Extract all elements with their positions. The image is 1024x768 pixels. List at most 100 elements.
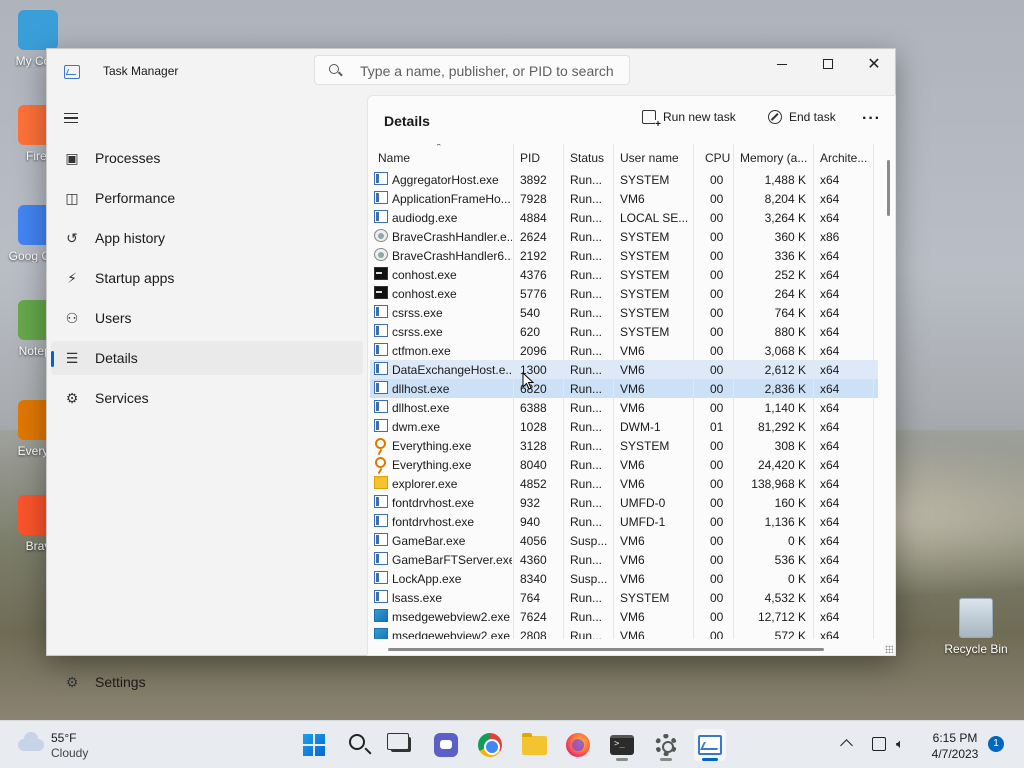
resize-grip-icon[interactable] [885, 645, 893, 653]
table-row[interactable]: dllhost.exe 6388 Run... VM6 00 1,140 K x64 [370, 398, 878, 417]
processes-icon: ▣ [65, 150, 79, 166]
cell-mem: 3,264 K [764, 211, 806, 225]
task-view-button[interactable] [385, 729, 417, 761]
table-row[interactable]: Everything.exe 3128 Run... SYSTEM 00 308 K x64 [370, 436, 878, 455]
table-row[interactable]: Everything.exe 8040 Run... VM6 00 24,420 K x64 [370, 455, 878, 474]
column-header-name[interactable]: Name [378, 151, 410, 165]
column-header-memory[interactable]: Memory (a... [740, 151, 807, 165]
run-new-task-icon [642, 110, 661, 129]
table-row[interactable]: GameBar.exe 4056 Susp... VM6 00 0 K x64 [370, 531, 878, 550]
cell-cpu: 00 [710, 591, 724, 605]
cell-cpu: 00 [710, 363, 724, 377]
column-divider[interactable] [693, 144, 694, 639]
table-row[interactable]: dwm.exe 1028 Run... DWM-1 01 81,292 K x64 [370, 417, 878, 436]
nav-item-label: Users [95, 310, 132, 326]
column-divider[interactable] [873, 144, 874, 639]
nav-item-users[interactable]: ⚇ Users [51, 301, 363, 335]
end-task-button[interactable]: End task [768, 110, 836, 130]
column-divider[interactable] [513, 144, 514, 639]
desktop-app-icon [18, 10, 58, 50]
table-row[interactable]: ApplicationFrameHo... 7928 Run... VM6 00 8,20… [370, 189, 878, 208]
column-header-architecture[interactable]: Archite... [820, 151, 867, 165]
table-row[interactable]: BraveCrashHandler.e... 2624 Run... SYSTEM 00… [370, 227, 878, 246]
show-hidden-icons-chevron-icon[interactable] [840, 739, 853, 752]
cell-name: Everything.exe [392, 439, 472, 453]
more-options-icon[interactable]: ··· [862, 110, 881, 128]
search-button[interactable] [343, 729, 375, 761]
column-header-status[interactable]: Status [570, 151, 604, 165]
start-button[interactable] [298, 729, 330, 761]
notification-badge[interactable]: 1 [988, 736, 1004, 752]
network-icon[interactable] [872, 737, 886, 751]
table-row[interactable]: GameBarFTServer.exe 4360 Run... VM6 00 536 K x… [370, 550, 878, 569]
cell-mem: 252 K [774, 268, 806, 282]
table-row[interactable]: DataExchangeHost.e... 1300 Run... VM6 00 2,61… [370, 360, 878, 379]
chrome-taskbar-button[interactable] [474, 729, 506, 761]
table-row[interactable]: lsass.exe 764 Run... SYSTEM 00 4,532 K x64 [370, 588, 878, 607]
table-row[interactable]: dllhost.exe 6820 Run... VM6 00 2,836 Kx64 [370, 379, 878, 398]
table-row[interactable]: csrss.exe 540 Run... SYSTEM 00 764 K x64 [370, 303, 878, 322]
details-panel: Details Run new task End task ··· Name PI… [367, 95, 896, 656]
table-row[interactable]: ctfmon.exe 2096 Run... VM6 00 3,068 K x64 [370, 341, 878, 360]
table-row[interactable]: msedgewebview2.exe 7624 Run... VM6 00 12,712 … [370, 607, 878, 626]
column-divider[interactable] [813, 144, 814, 639]
search-box[interactable]: Type a name, publisher, or PID to search [314, 55, 630, 85]
table-row[interactable]: conhost.exe 4376 Run... SYSTEM 00 252 K x64 [370, 265, 878, 284]
nav-item-performance[interactable]: ◫ Performance [51, 181, 363, 215]
file-explorer-button[interactable] [518, 729, 550, 761]
table-row[interactable]: BraveCrashHandler6... 2192 Run... SYSTEM 00 3… [370, 246, 878, 265]
column-divider[interactable] [613, 144, 614, 639]
cell-status: Run... [570, 211, 603, 225]
nav-item-details[interactable]: ☰ Details [51, 341, 363, 375]
table-row[interactable]: AggregatorHost.exe 3892 Run... SYSTEM 00 1,48… [370, 170, 878, 189]
cell-user: VM6 [620, 401, 645, 415]
settings-taskbar-button[interactable] [650, 729, 682, 761]
task-manager-taskbar-button[interactable] [694, 729, 726, 761]
run-new-task-button[interactable]: Run new task [642, 110, 736, 130]
cell-user: VM6 [620, 572, 645, 586]
cell-user: VM6 [620, 553, 645, 567]
table-row[interactable]: fontdrvhost.exe 932 Run... UMFD-0 00 160 K x64 [370, 493, 878, 512]
cell-arch: x64 [820, 553, 840, 567]
column-header-user-name[interactable]: User name [620, 151, 679, 165]
nav-item-app-history[interactable]: ↺ App history [51, 221, 363, 255]
table-row[interactable]: explorer.exe 4852 Run... VM6 00 138,968 K x64 [370, 474, 878, 493]
cell-arch: x64 [820, 287, 840, 301]
process-app-icon [374, 590, 388, 603]
column-header-cpu[interactable]: CPU [705, 151, 730, 165]
recycle-bin-icon[interactable]: Recycle Bin [940, 598, 1012, 656]
running-indicator [616, 758, 628, 761]
column-header-pid[interactable]: PID [520, 151, 540, 165]
cell-mem: 880 K [774, 325, 806, 339]
horizontal-scrollbar[interactable] [388, 648, 824, 651]
minimize-button[interactable] [759, 49, 805, 79]
column-divider[interactable] [563, 144, 564, 639]
table-row[interactable]: audiodg.exe 4884 Run... LOCAL SE... 00 3,264 … [370, 208, 878, 227]
firefox-taskbar-button[interactable] [562, 729, 594, 761]
table-row[interactable]: LockApp.exe 8340 Susp... VM6 00 0 K x64 [370, 569, 878, 588]
table-row[interactable]: msedgewebview2.exe 2808 Run... VM6 00 572 K x6… [370, 626, 878, 639]
chat-button[interactable] [430, 729, 462, 761]
nav-item-services[interactable]: ⚙ Services [51, 381, 363, 415]
nav-item-processes[interactable]: ▣ Processes [51, 141, 363, 175]
maximize-button[interactable] [805, 49, 851, 79]
volume-icon[interactable]: 🔈︎ [896, 737, 912, 751]
clock[interactable]: 6:15 PM 4/7/2023 [920, 730, 990, 762]
hamburger-menu-icon[interactable] [64, 113, 78, 123]
terminal-button[interactable] [606, 729, 638, 761]
process-everything-icon [375, 438, 386, 449]
table-row[interactable]: conhost.exe 5776 Run... SYSTEM 00 264 K x64 [370, 284, 878, 303]
cell-user: SYSTEM [620, 268, 670, 282]
nav-item-startup-apps[interactable]: ⚡ Startup apps [51, 261, 363, 295]
table-row[interactable]: csrss.exe 620 Run... SYSTEM 00 880 K x64 [370, 322, 878, 341]
title-bar[interactable]: Task Manager Type a name, publisher, or … [47, 49, 895, 95]
nav-item-settings[interactable]: ⚙ Settings [51, 665, 363, 699]
table-row[interactable]: fontdrvhost.exe 940 Run... UMFD-1 00 1,136 K x… [370, 512, 878, 531]
vertical-scrollbar[interactable] [887, 160, 890, 216]
column-divider[interactable] [733, 144, 734, 639]
minimize-icon [777, 63, 787, 65]
cell-arch: x64 [820, 477, 840, 491]
close-button[interactable]: ✕ [851, 49, 897, 79]
cell-pid: 3892 [520, 173, 547, 187]
cell-arch: x64 [820, 325, 840, 339]
